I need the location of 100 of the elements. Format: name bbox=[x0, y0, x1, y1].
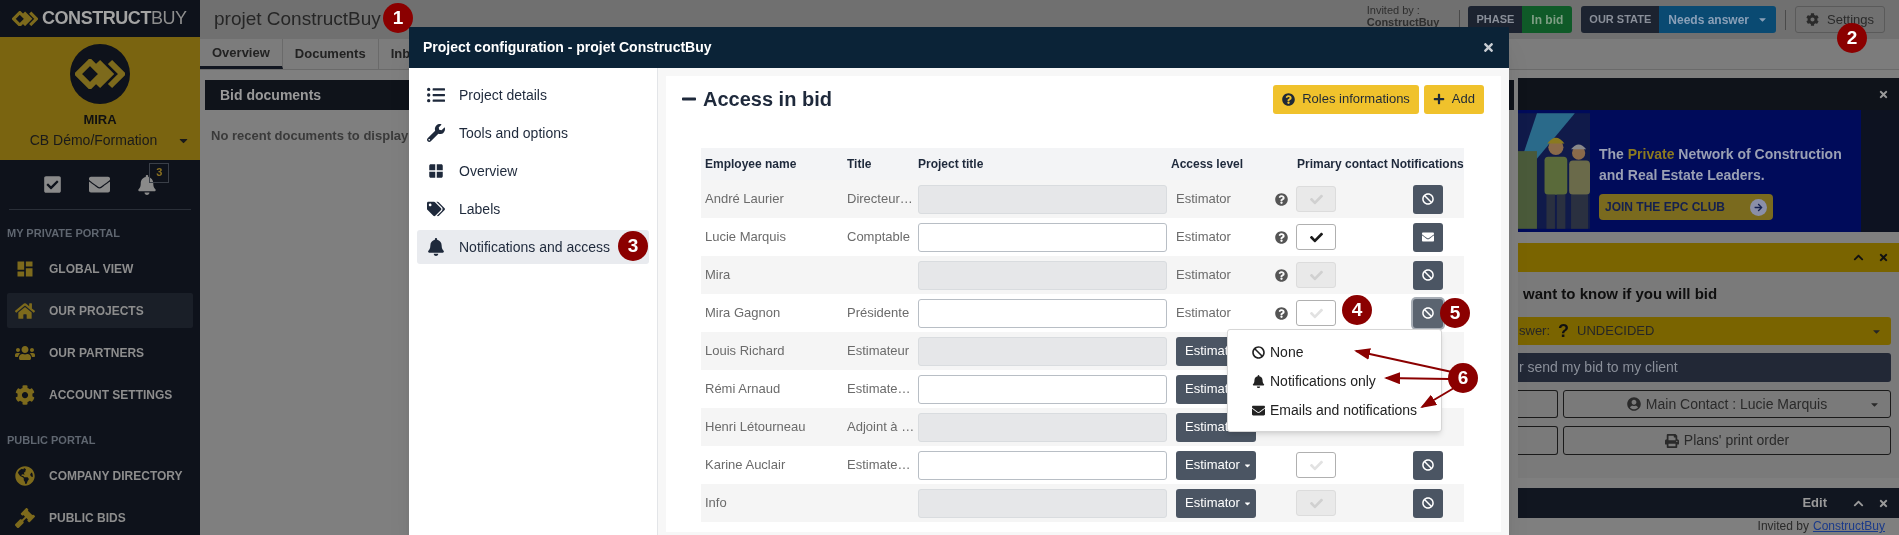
nav-item[interactable]: ACCOUNT SETTINGS bbox=[7, 377, 193, 412]
envelope-icon bbox=[1421, 231, 1434, 243]
bid-question: want to know if you will bid bbox=[1523, 284, 1719, 303]
tags-icon bbox=[427, 200, 445, 218]
input-field[interactable] bbox=[918, 298, 1167, 328]
edit-link[interactable]: Edit bbox=[1802, 493, 1827, 513]
table-cell-text: Mira Gagnon bbox=[704, 304, 782, 323]
nav-item[interactable]: OUR PROJECTS bbox=[7, 293, 193, 328]
logo-text: CONSTRUCTBUY bbox=[42, 7, 187, 31]
access-level: Estimator bbox=[1176, 228, 1231, 247]
table-cell-text: Estimate… bbox=[847, 456, 912, 475]
logo-icon bbox=[75, 59, 125, 90]
empty-message: No recent documents to display bbox=[211, 127, 409, 145]
roles-button[interactable]: Roles informations bbox=[1273, 84, 1419, 114]
access-level: Estimator bbox=[1176, 304, 1231, 323]
send-bid-button[interactable]: r send my bid to my client bbox=[1518, 353, 1891, 382]
access-level: Estimator bbox=[1176, 266, 1231, 285]
leader-line bbox=[1420, 387, 1455, 408]
section-heading: Access in bid bbox=[703, 87, 832, 112]
nav-item[interactable]: OUR PARTNERS bbox=[7, 335, 193, 370]
checkbox[interactable] bbox=[1296, 224, 1336, 250]
list-icon bbox=[427, 86, 445, 104]
column-header: Access level bbox=[1171, 156, 1245, 173]
notification-button[interactable] bbox=[1412, 222, 1443, 252]
notification-button[interactable] bbox=[1412, 260, 1443, 290]
none-icon bbox=[1252, 346, 1265, 359]
input-field[interactable] bbox=[918, 450, 1167, 480]
close-icon[interactable] bbox=[1482, 41, 1495, 54]
help-icon[interactable] bbox=[1275, 192, 1288, 206]
check-icon bbox=[1309, 230, 1323, 244]
invited-by-label: Invited by : bbox=[1366, 3, 1421, 16]
table-cell-text: André Laurier bbox=[704, 190, 785, 209]
profile-name: MIRA bbox=[83, 111, 117, 130]
wrench-icon bbox=[427, 124, 445, 142]
column-header: Notifications bbox=[1391, 156, 1464, 173]
print-button-partial[interactable] bbox=[1518, 426, 1558, 455]
table-cell-text: Adjoint à … bbox=[847, 418, 916, 437]
menu-item[interactable]: Project details bbox=[417, 78, 649, 112]
table-cell-text: Comptable bbox=[847, 228, 911, 247]
column-header: Primary contact bbox=[1296, 156, 1389, 173]
menu-item[interactable]: Labels bbox=[417, 192, 649, 226]
phase-badge: In bid bbox=[1522, 6, 1573, 33]
plus-icon bbox=[1432, 93, 1445, 105]
ban-icon bbox=[1421, 459, 1434, 471]
nav-item[interactable]: GLOBAL VIEW bbox=[7, 251, 193, 286]
close-icon[interactable] bbox=[1878, 497, 1889, 509]
table-cell-text: Henri Létourneau bbox=[704, 418, 807, 437]
help-icon bbox=[1282, 92, 1296, 106]
help-icon[interactable] bbox=[1275, 230, 1288, 244]
section-title: PUBLIC PORTAL bbox=[6, 433, 97, 448]
logo-icon bbox=[12, 10, 38, 27]
print-order-button[interactable]: Plans' print order bbox=[1563, 426, 1891, 455]
ban-icon bbox=[1421, 193, 1434, 205]
state-label: OUR STATE bbox=[1581, 6, 1660, 33]
menu-item[interactable]: Tools and options bbox=[417, 116, 649, 150]
column-header: Title bbox=[847, 156, 873, 173]
answer-dropdown[interactable]: swer: ? UNDECIDED bbox=[1518, 317, 1891, 345]
notification-button[interactable] bbox=[1412, 184, 1443, 214]
access-dropdown[interactable]: Estimator bbox=[1176, 488, 1256, 518]
notification-button[interactable] bbox=[1412, 450, 1443, 480]
inviter-name: ConstructBuy bbox=[1366, 15, 1440, 28]
checkbox[interactable] bbox=[1296, 452, 1336, 478]
nav-item[interactable]: COMPANY DIRECTORY bbox=[7, 458, 193, 493]
checkbox[interactable] bbox=[1296, 300, 1336, 326]
state-dropdown[interactable]: Needs answer bbox=[1659, 6, 1776, 33]
input-field[interactable] bbox=[918, 374, 1167, 404]
user-icon bbox=[1626, 397, 1641, 411]
grid-icon bbox=[427, 162, 445, 180]
check-icon bbox=[1309, 192, 1323, 206]
nav-item[interactable]: PUBLIC BIDS bbox=[7, 500, 193, 535]
check-icon bbox=[1309, 458, 1323, 472]
table-cell-text: Estimateur bbox=[847, 342, 911, 361]
main-contact-dropdown[interactable]: Main Contact : Lucie Marquis bbox=[1563, 390, 1891, 418]
table-cell-text: Présidente bbox=[847, 304, 911, 323]
table-cell-text: Estimate… bbox=[847, 380, 912, 399]
help-icon[interactable] bbox=[1275, 306, 1288, 320]
table-cell-text: Directeur… bbox=[847, 190, 914, 209]
check-icon bbox=[1309, 496, 1323, 510]
close-icon[interactable] bbox=[1878, 88, 1889, 100]
bell-icon[interactable] bbox=[137, 174, 158, 195]
check-icon bbox=[1309, 268, 1323, 282]
tasks-icon[interactable] bbox=[42, 175, 62, 195]
modal-title: Project configuration - projet ConstructBuy bbox=[423, 38, 712, 57]
tab[interactable]: Overview bbox=[200, 39, 283, 69]
contact-button-partial[interactable] bbox=[1518, 390, 1558, 418]
ad-banner[interactable]: The Private Network of Construction and Real Estate Leaders. JOIN THE EPC CLUB bbox=[1518, 110, 1899, 232]
notification-button[interactable] bbox=[1412, 488, 1443, 518]
add-button[interactable]: Add bbox=[1423, 84, 1484, 114]
table-cell-text: Lucie Marquis bbox=[704, 228, 787, 247]
tab[interactable]: Documents bbox=[282, 39, 379, 69]
access-dropdown[interactable]: Estimator bbox=[1176, 450, 1256, 480]
bell-icon bbox=[1252, 375, 1265, 388]
banner-headline: The Private Network of Construction and Real Estate Leaders. bbox=[1599, 145, 1843, 185]
input-field[interactable] bbox=[918, 222, 1167, 252]
menu-item[interactable]: Overview bbox=[417, 154, 649, 188]
access-level: Estimator bbox=[1176, 190, 1231, 209]
gear-icon bbox=[15, 384, 35, 405]
notification-button[interactable] bbox=[1412, 298, 1443, 328]
ban-icon bbox=[1421, 307, 1434, 319]
help-icon[interactable] bbox=[1275, 268, 1288, 282]
